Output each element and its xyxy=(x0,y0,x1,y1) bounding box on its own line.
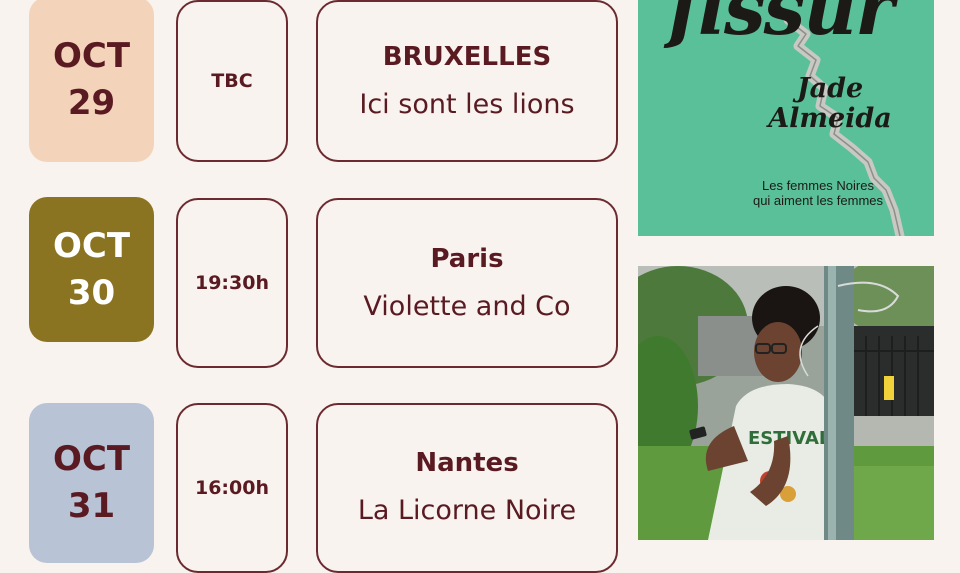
book-cover: fissur Jade Almeida Les femmes Noires qu… xyxy=(638,0,934,236)
venue-box: Paris Violette and Co xyxy=(316,198,618,368)
author-photo: ESTIVAL xyxy=(638,266,934,540)
date-badge-oct-30: OCT 30 xyxy=(29,197,154,342)
author-first-name: Jade xyxy=(796,73,864,104)
event-time: TBC xyxy=(211,70,253,92)
time-box: 19:30h xyxy=(176,198,288,368)
date-day: 30 xyxy=(67,272,116,313)
photo-illustration: ESTIVAL xyxy=(638,266,934,540)
event-time: 16:00h xyxy=(194,477,269,499)
event-city: Paris xyxy=(430,244,504,274)
event-venue: La Licorne Noire xyxy=(357,495,577,526)
date-day: 29 xyxy=(67,82,116,123)
subtitle-line-1: Les femmes Noires xyxy=(762,178,874,193)
book-subtitle: Les femmes Noires qui aiment les femmes xyxy=(728,178,908,208)
date-day: 31 xyxy=(67,486,116,526)
time-box: TBC xyxy=(176,0,288,162)
date-month: OCT xyxy=(52,35,131,76)
date-month: OCT xyxy=(52,225,131,266)
book-title: fissur xyxy=(668,0,894,52)
date-badge-oct-31: OCT 31 xyxy=(29,403,154,563)
event-time: 19:30h xyxy=(194,272,269,294)
author-last-name: Almeida xyxy=(768,103,892,134)
book-author: Jade Almeida xyxy=(750,74,910,134)
event-venue: Violette and Co xyxy=(363,291,571,322)
venue-box: Nantes La Licorne Noire xyxy=(316,403,618,573)
time-box: 16:00h xyxy=(176,403,288,573)
date-badge-oct-29: OCT 29 xyxy=(29,0,154,162)
date-month: OCT xyxy=(52,439,131,479)
venue-box: BRUXELLES Ici sont les lions xyxy=(316,0,618,162)
event-city: BRUXELLES xyxy=(382,42,552,72)
event-venue: Ici sont les lions xyxy=(359,89,575,120)
event-city: Nantes xyxy=(415,448,519,478)
subtitle-line-2: qui aiment les femmes xyxy=(752,193,884,208)
